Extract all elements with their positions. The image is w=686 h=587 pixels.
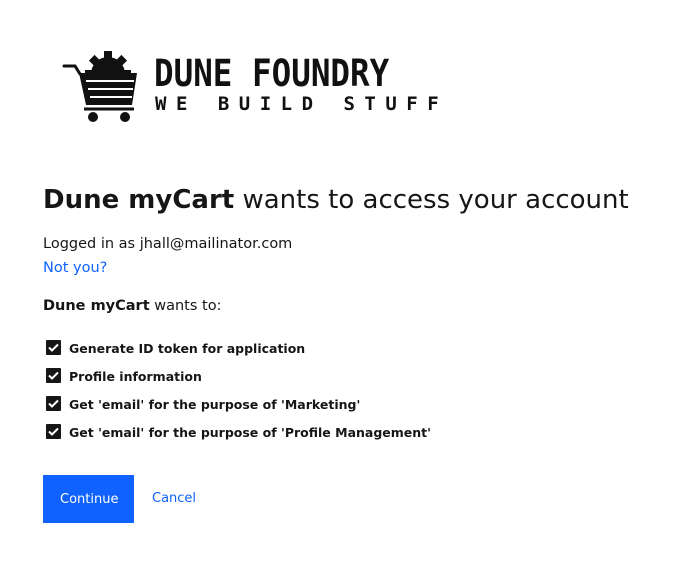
checkmark-icon xyxy=(48,427,59,436)
continue-button[interactable]: Continue xyxy=(43,475,134,523)
brand-logo: DUNE FOUNDRY WE BUILD STUFF xyxy=(62,48,439,126)
page-title-app-name: Dune myCart xyxy=(43,185,235,215)
page-title-text: wants to access your account xyxy=(234,185,629,215)
scope-checkbox[interactable] xyxy=(46,396,61,411)
cancel-button[interactable]: Cancel xyxy=(152,489,196,509)
scope-checkbox[interactable] xyxy=(46,368,61,383)
scope-checkbox[interactable] xyxy=(46,340,61,355)
scope-label: Generate ID token for application xyxy=(69,341,306,356)
checkmark-icon xyxy=(48,343,59,352)
permissions-intro: Dune myCart wants to: xyxy=(43,296,221,316)
permissions-intro-app-name: Dune myCart xyxy=(43,298,150,314)
page-title: Dune myCart wants to access your account xyxy=(43,182,629,218)
shopping-cart-gear-icon xyxy=(62,51,137,122)
checkmark-icon xyxy=(48,399,59,408)
logged-in-text: Logged in as jhall@mailinator.com xyxy=(43,236,293,252)
brand-title: DUNE FOUNDRY xyxy=(154,52,390,95)
scope-label: Get 'email' for the purpose of 'Profile … xyxy=(69,425,431,440)
permissions-intro-text: wants to: xyxy=(149,298,222,314)
checkmark-icon xyxy=(48,371,59,380)
brand-tagline: WE BUILD STUFF xyxy=(155,93,449,115)
scope-checkbox[interactable] xyxy=(46,424,61,439)
scope-label: Profile information xyxy=(69,369,202,384)
scope-label: Get 'email' for the purpose of 'Marketin… xyxy=(69,397,361,412)
not-you-link[interactable]: Not you? xyxy=(43,258,107,278)
consent-page: DUNE FOUNDRY WE BUILD STUFF Dune myCart … xyxy=(0,0,686,587)
